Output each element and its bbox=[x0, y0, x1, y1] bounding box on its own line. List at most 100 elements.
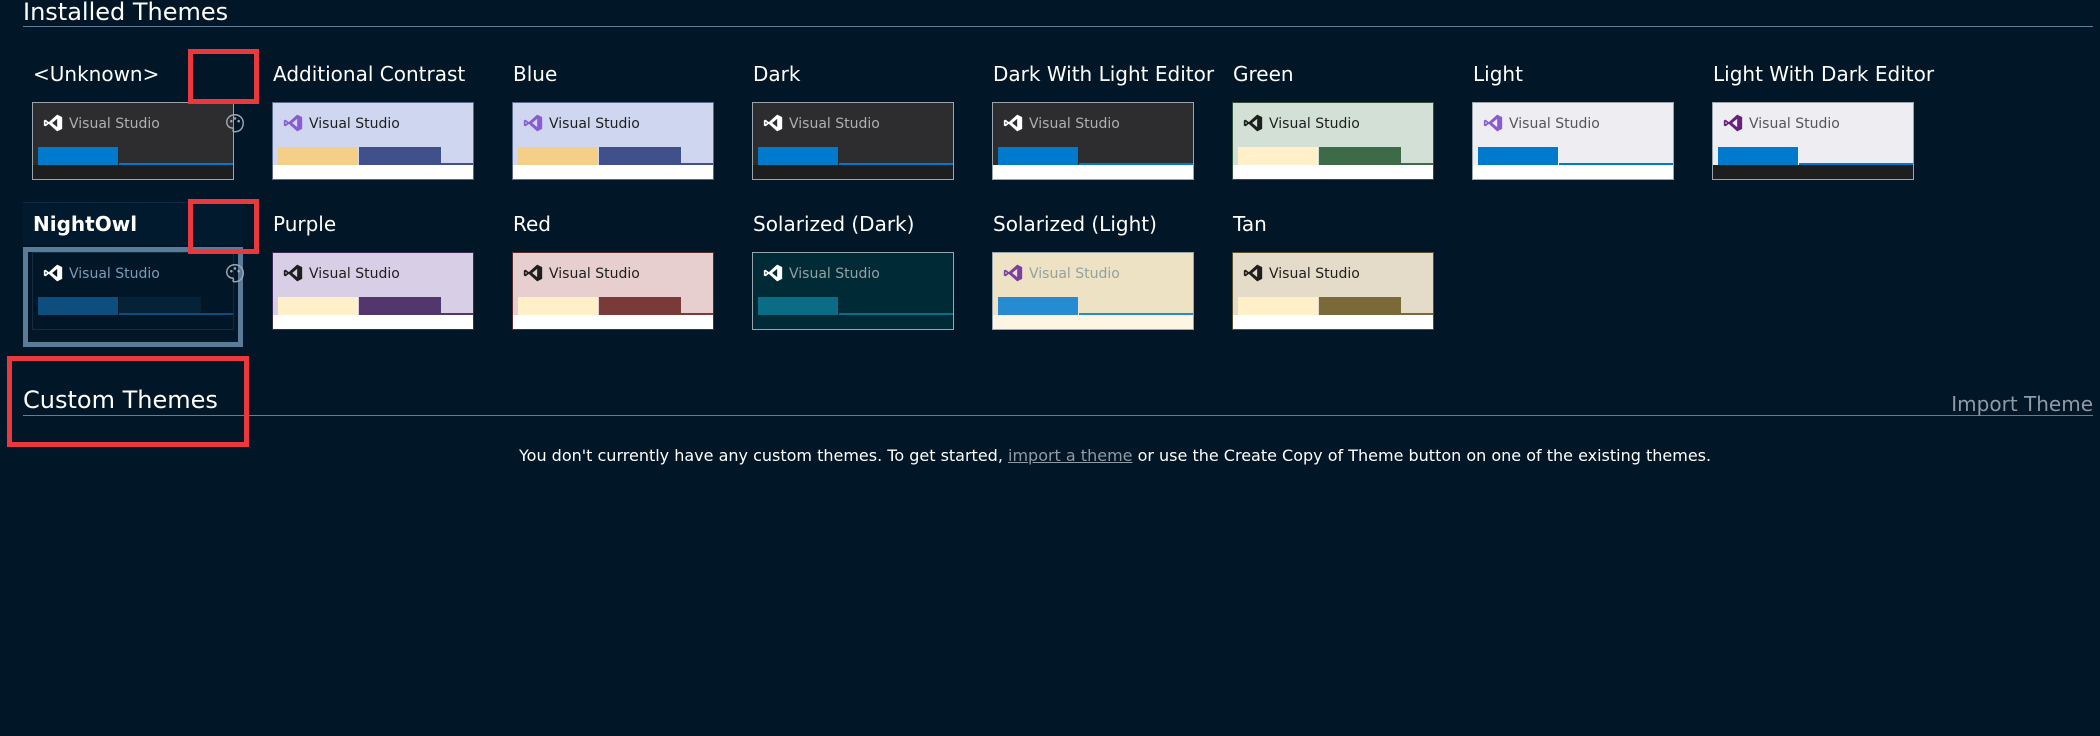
custom-themes-divider bbox=[23, 415, 2093, 416]
preview-editor-block bbox=[993, 315, 1193, 329]
installed-themes-title: Installed Themes bbox=[23, 0, 229, 26]
theme-name: NightOwl bbox=[33, 212, 138, 236]
visual-studio-logo-icon bbox=[762, 263, 784, 283]
preview-label: Visual Studio bbox=[549, 266, 640, 282]
palette-icon[interactable] bbox=[223, 262, 249, 286]
palette-icon[interactable] bbox=[223, 112, 249, 136]
custom-themes-empty-message: You don't currently have any custom them… bbox=[519, 446, 1711, 465]
theme-preview[interactable]: Visual Studio bbox=[1232, 252, 1434, 330]
theme-preview[interactable]: Visual Studio bbox=[992, 252, 1194, 330]
installed-themes-divider bbox=[23, 26, 2093, 27]
theme-name: Green bbox=[1233, 62, 1294, 86]
theme-preview[interactable]: Visual Studio bbox=[272, 102, 474, 180]
theme-name: Light With Dark Editor bbox=[1713, 62, 1935, 86]
preview-accent-block bbox=[1478, 147, 1558, 165]
preview-label: Visual Studio bbox=[789, 266, 880, 282]
theme-name: Solarized (Dark) bbox=[753, 212, 915, 236]
preview-editor-block bbox=[513, 165, 713, 179]
theme-card-solarized-dark[interactable]: Solarized (Dark) Visual Studio bbox=[743, 212, 971, 354]
theme-preview[interactable]: Visual Studio bbox=[512, 252, 714, 330]
theme-card-dark-with-light-editor[interactable]: Dark With Light Editor Visual Studio bbox=[983, 62, 1215, 204]
preview-accent-block bbox=[758, 147, 838, 165]
theme-name: Tan bbox=[1233, 212, 1267, 236]
preview-accent-block bbox=[1238, 147, 1318, 165]
import-theme-link[interactable]: Import Theme bbox=[1951, 392, 2093, 416]
visual-studio-logo-icon bbox=[1002, 263, 1024, 283]
preview-accent-block bbox=[1238, 297, 1318, 315]
preview-label: Visual Studio bbox=[1749, 116, 1840, 132]
preview-editor-block bbox=[273, 165, 473, 179]
theme-name: Additional Contrast bbox=[273, 62, 466, 86]
theme-card-green[interactable]: Green Visual Studio bbox=[1223, 62, 1451, 204]
visual-studio-logo-icon bbox=[522, 113, 544, 133]
preview-accent-block bbox=[998, 147, 1078, 165]
preview-editor-block bbox=[1713, 165, 1913, 179]
theme-card-additional-contrast[interactable]: Additional Contrast Visual Studio bbox=[263, 62, 491, 204]
theme-name: Blue bbox=[513, 62, 558, 86]
theme-card-light[interactable]: Light Visual Studio bbox=[1463, 62, 1691, 204]
theme-preview[interactable]: Visual Studio bbox=[752, 252, 954, 330]
theme-preview[interactable]: Visual Studio bbox=[32, 102, 234, 180]
preview-editor-block bbox=[1233, 165, 1433, 179]
visual-studio-logo-icon bbox=[282, 113, 304, 133]
preview-accent-block bbox=[518, 297, 598, 315]
preview-label: Visual Studio bbox=[1029, 266, 1120, 282]
theme-preview[interactable]: Visual Studio bbox=[752, 102, 954, 180]
highlight-box-palette-nightowl bbox=[188, 199, 259, 254]
preview-label: Visual Studio bbox=[309, 116, 400, 132]
theme-name: Solarized (Light) bbox=[993, 212, 1157, 236]
preview-editor-block bbox=[1233, 315, 1433, 329]
theme-preview[interactable]: Visual Studio bbox=[1232, 102, 1434, 180]
visual-studio-logo-icon bbox=[42, 263, 64, 283]
preview-editor-block bbox=[753, 165, 953, 179]
visual-studio-logo-icon bbox=[1242, 263, 1264, 283]
theme-preview[interactable]: Visual Studio bbox=[1472, 102, 1674, 180]
preview-label: Visual Studio bbox=[69, 266, 160, 282]
theme-preview[interactable]: Visual Studio bbox=[272, 252, 474, 330]
theme-preview[interactable]: Visual Studio bbox=[512, 102, 714, 180]
theme-card-red[interactable]: Red Visual Studio bbox=[503, 212, 731, 354]
preview-editor-block bbox=[513, 315, 713, 329]
preview-editor-block bbox=[273, 315, 473, 329]
preview-accent-block bbox=[38, 297, 118, 315]
preview-editor-block bbox=[993, 165, 1193, 179]
theme-card-light-with-dark-editor[interactable]: Light With Dark Editor Visual Studio bbox=[1703, 62, 1935, 204]
theme-card-purple[interactable]: Purple Visual Studio bbox=[263, 212, 491, 354]
preview-accent-block bbox=[998, 297, 1078, 315]
preview-label: Visual Studio bbox=[309, 266, 400, 282]
theme-name: Dark bbox=[753, 62, 801, 86]
preview-label: Visual Studio bbox=[789, 116, 880, 132]
theme-name: Dark With Light Editor bbox=[993, 62, 1215, 86]
theme-card-solarized-light[interactable]: Solarized (Light) Visual Studio bbox=[983, 212, 1211, 354]
theme-name: Light bbox=[1473, 62, 1523, 86]
theme-card-tan[interactable]: Tan Visual Studio bbox=[1223, 212, 1451, 354]
empty-message-text-end: or use the Create Copy of Theme button o… bbox=[1132, 446, 1712, 465]
visual-studio-logo-icon bbox=[1242, 113, 1264, 133]
preview-accent-block bbox=[278, 297, 358, 315]
preview-editor-block bbox=[1473, 165, 1673, 179]
theme-preview[interactable]: Visual Studio bbox=[1712, 102, 1914, 180]
visual-studio-logo-icon bbox=[282, 263, 304, 283]
preview-accent-block bbox=[38, 147, 118, 165]
preview-label: Visual Studio bbox=[69, 116, 160, 132]
visual-studio-logo-icon bbox=[42, 113, 64, 133]
visual-studio-logo-icon bbox=[522, 263, 544, 283]
preview-editor-block bbox=[753, 315, 953, 329]
theme-preview[interactable]: Visual Studio bbox=[32, 252, 234, 330]
theme-name: <Unknown> bbox=[33, 62, 160, 86]
theme-card-blue[interactable]: Blue Visual Studio bbox=[503, 62, 731, 204]
preview-editor-block bbox=[33, 165, 233, 179]
visual-studio-logo-icon bbox=[1722, 113, 1744, 133]
empty-message-text-start: You don't currently have any custom them… bbox=[519, 446, 1008, 465]
highlight-box-custom-themes bbox=[7, 356, 249, 447]
visual-studio-logo-icon bbox=[1482, 113, 1504, 133]
preview-label: Visual Studio bbox=[1509, 116, 1600, 132]
preview-accent-block bbox=[758, 297, 838, 315]
preview-label: Visual Studio bbox=[1269, 116, 1360, 132]
preview-label: Visual Studio bbox=[1269, 266, 1360, 282]
theme-card-dark[interactable]: Dark Visual Studio bbox=[743, 62, 971, 204]
import-a-theme-link[interactable]: import a theme bbox=[1008, 446, 1133, 465]
preview-editor-block bbox=[33, 315, 233, 329]
preview-label: Visual Studio bbox=[549, 116, 640, 132]
theme-preview[interactable]: Visual Studio bbox=[992, 102, 1194, 180]
